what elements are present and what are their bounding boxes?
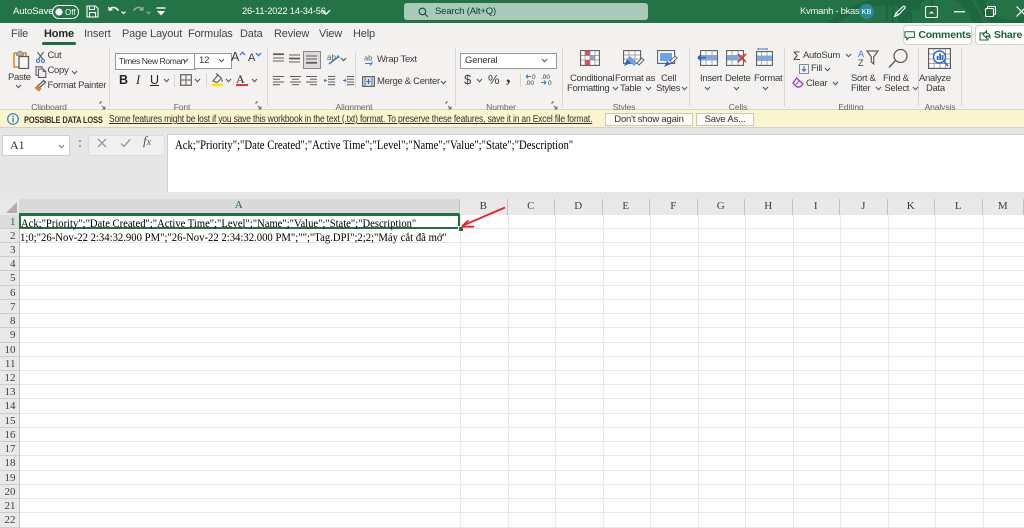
- svg-text:ab: ab: [364, 54, 372, 63]
- svg-text:0: 0: [548, 80, 552, 86]
- svg-text:.00: .00: [525, 80, 534, 86]
- svg-text:Z: Z: [858, 58, 864, 68]
- svg-text:ab: ab: [327, 53, 336, 62]
- svg-text:Off: Off: [65, 8, 76, 17]
